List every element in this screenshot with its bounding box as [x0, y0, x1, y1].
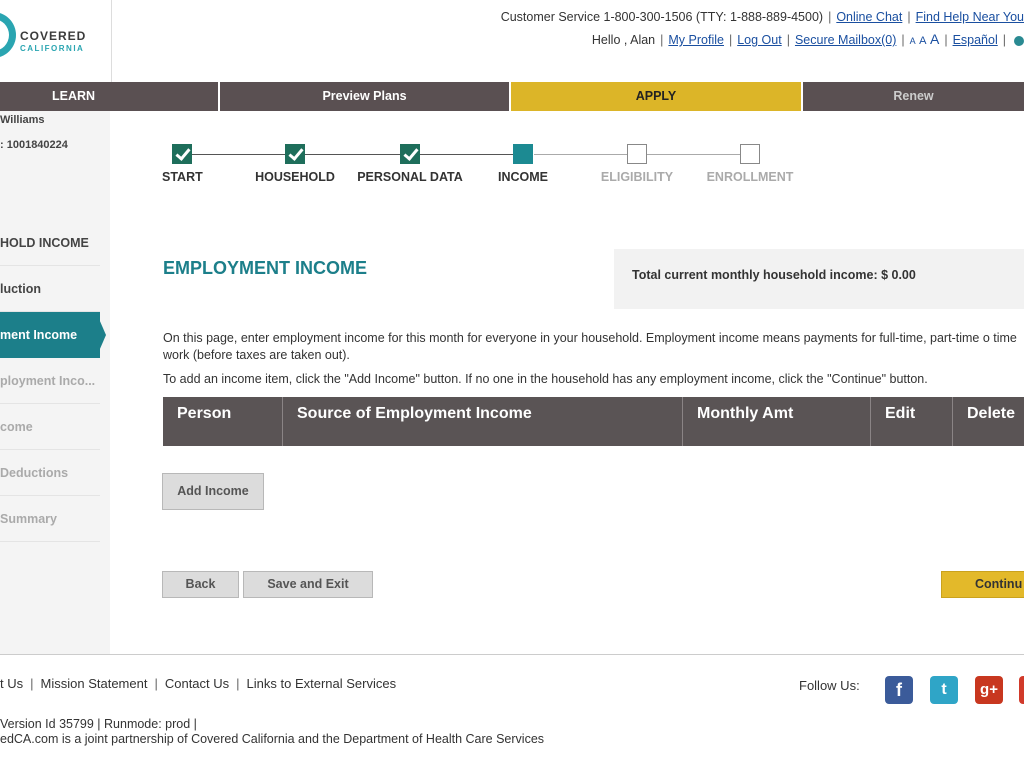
- step-start: START: [162, 140, 203, 184]
- facebook-icon[interactable]: f: [885, 676, 913, 704]
- nav-learn[interactable]: LEARN: [0, 82, 220, 111]
- sidebar-item-other-income[interactable]: come: [0, 404, 100, 450]
- sidebar-item-introduction[interactable]: luction: [0, 266, 100, 312]
- step-enrollment: ENROLLMENT: [705, 140, 795, 184]
- greeting-text: Hello , Alan: [591, 33, 656, 47]
- step-label: START: [162, 170, 203, 184]
- youtube-icon[interactable]: [1019, 676, 1024, 704]
- column-delete: Delete: [967, 405, 1016, 422]
- column-edit: Edit: [871, 397, 953, 446]
- sidebar-item-household-income[interactable]: HOLD INCOME: [0, 220, 100, 266]
- step-check-icon: [400, 144, 420, 164]
- my-profile-link[interactable]: My Profile: [668, 33, 724, 47]
- espanol-link[interactable]: Español: [953, 33, 998, 47]
- footer-links: t Us | Mission Statement | Contact Us | Links …: [0, 676, 397, 691]
- income-table-header: Person Source of Employment Income Month…: [163, 397, 1024, 446]
- header: COVERED CALIFORNIA Customer Service 1-80…: [0, 0, 1024, 82]
- step-label: PERSONAL DATA: [357, 170, 463, 184]
- step-household: HOUSEHOLD: [255, 140, 335, 184]
- step-income: INCOME: [493, 140, 553, 184]
- continue-button[interactable]: Continu: [941, 571, 1024, 598]
- step-eligibility: ELIGIBILITY: [597, 140, 677, 184]
- nav-preview-plans[interactable]: Preview Plans: [220, 82, 511, 111]
- logo-subtext: CALIFORNIA: [20, 44, 85, 53]
- footer-link-about[interactable]: t Us: [0, 676, 23, 691]
- step-label: ENROLLMENT: [706, 170, 794, 184]
- column-person: Person: [163, 397, 283, 446]
- covered-california-logo[interactable]: COVERED CALIFORNIA: [0, 0, 112, 82]
- intro-text: On this page, enter employment income fo…: [163, 331, 1017, 362]
- total-income-box: Total current monthly household income: …: [614, 249, 1024, 309]
- logo-text: COVERED: [20, 29, 87, 43]
- progress-line-complete: [182, 154, 524, 155]
- font-large-button[interactable]: A: [930, 31, 939, 47]
- secure-mailbox-link[interactable]: Secure Mailbox(0): [795, 33, 896, 47]
- utility-line-1: Customer Service 1-800-300-1506 (TTY: 1-…: [500, 10, 1024, 24]
- step-check-icon: [285, 144, 305, 164]
- step-empty-icon: [627, 144, 647, 164]
- total-income-text: Total current monthly household income: …: [632, 268, 916, 282]
- step-label: INCOME: [498, 170, 548, 184]
- footer-divider: [0, 654, 1024, 655]
- twitter-icon[interactable]: t: [930, 676, 958, 704]
- font-medium-button[interactable]: A: [919, 35, 926, 47]
- page-title: EMPLOYMENT INCOME: [163, 258, 368, 278]
- step-current-icon: [513, 144, 533, 164]
- sidebar-item-employment-income[interactable]: ment Income: [0, 312, 100, 358]
- footer-link-external[interactable]: Links to External Services: [247, 676, 397, 691]
- nav-apply[interactable]: APPLY: [511, 82, 803, 111]
- partnership-text: edCA.com is a joint partnership of Cover…: [0, 732, 545, 746]
- column-monthly-amt: Monthly Amt: [683, 397, 871, 446]
- globe-icon[interactable]: [1014, 35, 1024, 46]
- save-and-exit-button[interactable]: Save and Exit: [243, 571, 373, 598]
- sidebar: Williams : 1001840224 HOLD INCOME luctio…: [0, 111, 110, 654]
- step-label: HOUSEHOLD: [255, 170, 335, 184]
- progress-tracker: START HOUSEHOLD PERSONAL DATA INCOME ELI…: [160, 140, 820, 190]
- online-chat-link[interactable]: Online Chat: [836, 10, 902, 24]
- log-out-link[interactable]: Log Out: [737, 33, 781, 47]
- main-nav: LEARN Preview Plans APPLY Renew: [0, 82, 1024, 111]
- utility-line-2: Hello , Alan | My Profile | Log Out | Secure M…: [592, 31, 1024, 47]
- step-empty-icon: [740, 144, 760, 164]
- footer-link-mission[interactable]: Mission Statement: [41, 676, 148, 691]
- back-button[interactable]: Back: [162, 571, 239, 598]
- follow-us-label: Follow Us:: [799, 678, 860, 693]
- font-small-button[interactable]: A: [910, 36, 916, 46]
- sidebar-item-self-employment-income[interactable]: ployment Inco...: [0, 358, 100, 404]
- find-help-link[interactable]: Find Help Near You: [916, 10, 1024, 24]
- step-personal-data: PERSONAL DATA: [355, 140, 465, 184]
- font-size-controls: A A A: [910, 31, 940, 47]
- instruction-text: To add an income item, click the "Add In…: [163, 372, 928, 386]
- active-item-arrow: [96, 312, 106, 358]
- case-id: : 1001840224: [0, 139, 68, 151]
- version-info: Version Id 35799 | Runmode: prod |: [0, 717, 197, 731]
- sidebar-item-deductions[interactable]: Deductions: [0, 450, 100, 496]
- add-income-button[interactable]: Add Income: [162, 473, 264, 510]
- column-source: Source of Employment Income: [283, 397, 683, 446]
- nav-renew[interactable]: Renew: [803, 82, 1024, 111]
- footer-link-contact[interactable]: Contact Us: [165, 676, 229, 691]
- user-name: Williams: [0, 114, 45, 126]
- step-check-icon: [172, 144, 192, 164]
- step-label: ELIGIBILITY: [600, 170, 674, 184]
- customer-service-text: Customer Service 1-800-300-1506 (TTY: 1-…: [500, 10, 824, 24]
- sidebar-item-summary[interactable]: Summary: [0, 496, 100, 542]
- logo-ring-icon: [0, 12, 16, 58]
- google-plus-icon[interactable]: g+: [975, 676, 1003, 704]
